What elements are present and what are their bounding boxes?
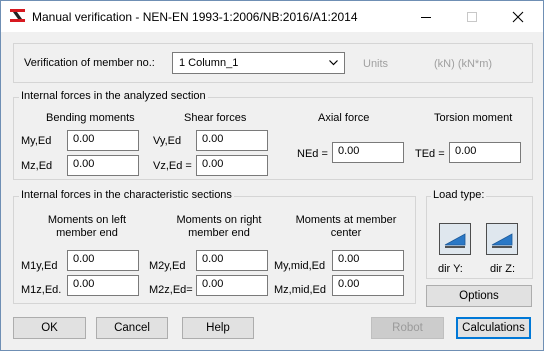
left-end-header-line1: Moments on left xyxy=(47,214,127,226)
right-end-header: Moments on right member end xyxy=(159,214,279,240)
member-select-value: 1 Column_1 xyxy=(179,57,239,69)
app-logo-icon xyxy=(10,9,25,22)
my-ed-label: My,Ed xyxy=(21,135,52,147)
my-mid-ed-label: My,mid,Ed xyxy=(274,260,326,272)
vy-ed-label: Vy,Ed xyxy=(153,135,182,147)
manual-verification-dialog: Manual verification - NEN-EN 1993-1:2006… xyxy=(0,0,544,351)
vy-ed-input[interactable]: 0.00 xyxy=(196,130,268,151)
ted-input[interactable]: 0.00 xyxy=(449,142,521,163)
close-button[interactable] xyxy=(495,1,541,32)
window-title: Manual verification - NEN-EN 1993-1:2006… xyxy=(32,10,358,24)
cancel-button[interactable]: Cancel xyxy=(96,317,168,339)
help-button[interactable]: Help xyxy=(182,317,254,339)
robot-button: Robot xyxy=(371,317,444,339)
ok-button[interactable]: OK xyxy=(13,317,86,339)
load-dir-z-button[interactable] xyxy=(486,223,518,255)
right-end-header-line1: Moments on right xyxy=(176,214,262,226)
my-mid-ed-input[interactable]: 0.00 xyxy=(332,250,404,271)
mz-ed-input[interactable]: 0.00 xyxy=(67,155,139,176)
m2z-ed-input[interactable]: 0.00 xyxy=(196,275,268,296)
load-dir-y-button[interactable] xyxy=(439,223,471,255)
m1y-ed-label: M1y,Ed xyxy=(21,260,58,272)
mz-ed-label: Mz,Ed xyxy=(21,160,53,172)
torsion-header: Torsion moment xyxy=(434,112,513,124)
my-ed-input[interactable]: 0.00 xyxy=(67,130,139,151)
left-end-header: Moments on left member end xyxy=(27,214,147,240)
center-header: Moments at member center xyxy=(286,214,406,240)
member-label: Verification of member no.: xyxy=(24,57,155,69)
mz-mid-ed-label: Mz,mid,Ed xyxy=(274,284,326,296)
close-icon xyxy=(512,11,524,23)
calculations-button[interactable]: Calculations xyxy=(456,317,531,339)
ned-label: NEd = xyxy=(297,148,328,160)
m1z-ed-input[interactable]: 0.00 xyxy=(67,275,139,296)
minimize-icon xyxy=(421,17,431,18)
center-header-line1: Moments at member xyxy=(295,214,397,226)
vz-ed-input[interactable]: 0.00 xyxy=(196,155,268,176)
m2y-ed-input[interactable]: 0.00 xyxy=(196,250,268,271)
maximize-button[interactable] xyxy=(449,1,495,32)
left-end-header-line2: member end xyxy=(56,227,118,239)
chevron-down-icon xyxy=(329,60,338,66)
analyzed-group-title: Internal forces in the analyzed section xyxy=(19,90,208,102)
right-end-header-line2: member end xyxy=(188,227,250,239)
load-type-title: Load type: xyxy=(431,189,487,201)
vz-ed-label: Vz,Ed = xyxy=(153,160,192,172)
mz-mid-ed-input[interactable]: 0.00 xyxy=(332,275,404,296)
m2z-ed-label: M2z,Ed= xyxy=(149,284,193,296)
load-direction-y-icon xyxy=(444,233,466,248)
m2y-ed-label: M2y,Ed xyxy=(149,260,186,272)
options-button[interactable]: Options xyxy=(426,285,532,307)
ned-input[interactable]: 0.00 xyxy=(332,142,404,163)
center-header-line2: center xyxy=(330,227,362,239)
dir-y-label: dir Y: xyxy=(438,263,463,275)
member-select[interactable]: 1 Column_1 xyxy=(172,52,345,74)
units-value: (kN) (kN*m) xyxy=(434,58,493,70)
ted-label: TEd = xyxy=(415,148,445,160)
title-bar: Manual verification - NEN-EN 1993-1:2006… xyxy=(1,1,543,32)
units-label: Units xyxy=(363,58,389,70)
characteristic-group-title: Internal forces in the characteristic se… xyxy=(19,189,234,201)
shear-header: Shear forces xyxy=(184,112,247,124)
load-direction-z-icon xyxy=(491,233,513,248)
maximize-icon xyxy=(467,12,477,22)
axial-header: Axial force xyxy=(318,112,370,124)
bending-header: Bending moments xyxy=(46,112,135,124)
m1y-ed-input[interactable]: 0.00 xyxy=(67,250,139,271)
dir-z-label: dir Z: xyxy=(490,263,516,275)
minimize-button[interactable] xyxy=(403,1,449,32)
m1z-ed-label: M1z,Ed. xyxy=(21,284,62,296)
